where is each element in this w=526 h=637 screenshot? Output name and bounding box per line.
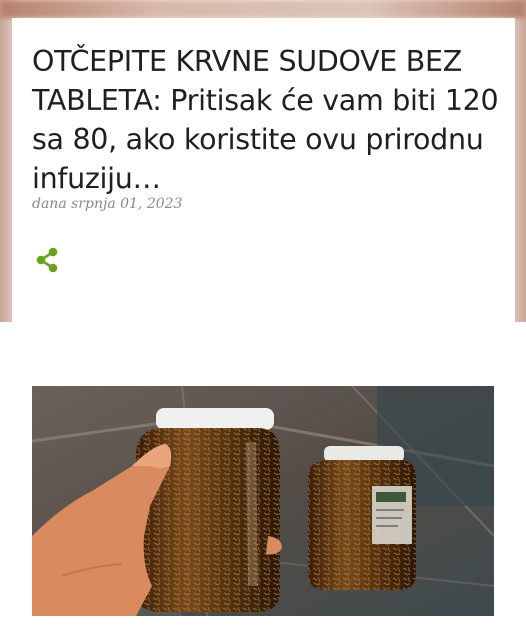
share-icon [36,247,58,273]
post-image[interactable] [32,386,494,616]
post-header-card: OTČEPITE KRVNE SUDOVE BEZ TABLETA: Priti… [12,18,515,322]
jars-photo [32,386,494,616]
share-button[interactable] [34,246,62,274]
post-title[interactable]: OTČEPITE KRVNE SUDOVE BEZ TABLETA: Priti… [32,42,502,198]
post-date: dana srpnja 01, 2023 [32,196,183,212]
background-top-band [0,0,526,18]
